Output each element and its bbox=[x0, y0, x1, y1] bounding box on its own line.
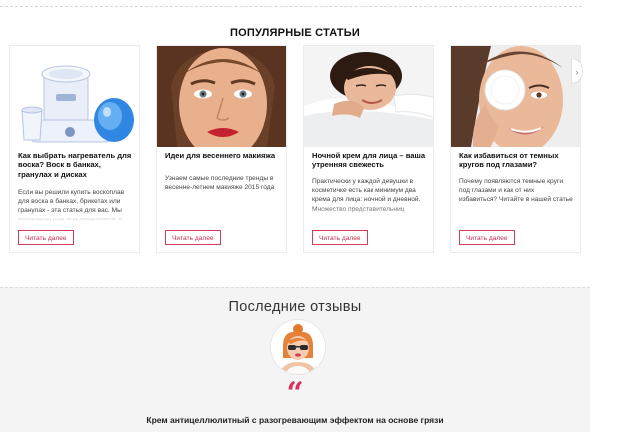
article-title[interactable]: Идеи для весеннего макияжа bbox=[165, 151, 280, 160]
article-title[interactable]: Как избавиться от темных кругов под глаз… bbox=[459, 151, 574, 170]
article-title[interactable]: Ночной крем для лица – ваша утренняя све… bbox=[312, 151, 427, 170]
excerpt-fade bbox=[304, 206, 433, 218]
latest-reviews-section: Последние отзывы “ Крем антицеллюлитный … bbox=[0, 287, 590, 432]
article-excerpt: Узнаем самые последние тренды в весенне-… bbox=[165, 175, 275, 192]
article-card-night-cream[interactable]: Ночной крем для лица – ваша утренняя све… bbox=[303, 45, 434, 253]
top-divider bbox=[0, 6, 582, 7]
read-more-button[interactable]: Читать далее bbox=[18, 230, 74, 245]
read-more-button[interactable]: Читать далее bbox=[165, 230, 221, 245]
read-more-button[interactable]: Читать далее bbox=[312, 230, 368, 245]
wax-heater-image[interactable] bbox=[10, 46, 139, 147]
article-card-dark-circles[interactable]: Как избавиться от темных кругов под глаз… bbox=[450, 45, 581, 253]
cotton-pad-eye-image[interactable] bbox=[451, 46, 580, 147]
article-title[interactable]: Как выбрать нагреватель для воска? Воск … bbox=[18, 151, 133, 179]
sleeping-woman-image[interactable] bbox=[304, 46, 433, 147]
article-card-spring-makeup[interactable]: Идеи для весеннего макияжа Узнаем самые … bbox=[156, 45, 287, 253]
spring-makeup-face-image[interactable] bbox=[157, 46, 286, 147]
article-excerpt: Почему появляются темные круги под глаза… bbox=[459, 178, 573, 204]
review-product-name[interactable]: Крем антицеллюлитный с разогревающим эфф… bbox=[0, 415, 590, 425]
excerpt-fade bbox=[10, 211, 139, 223]
popular-articles-title: ПОПУЛЯРНЫЕ СТАТЬИ bbox=[230, 27, 360, 39]
read-more-button[interactable]: Читать далее bbox=[459, 230, 515, 245]
carousel-next-arrow[interactable]: › bbox=[571, 58, 583, 84]
quote-icon: “ bbox=[286, 376, 304, 411]
reviews-title: Последние отзывы bbox=[228, 299, 362, 315]
reviewer-avatar bbox=[270, 319, 326, 375]
article-card-wax-heater[interactable]: Как выбрать нагреватель для воска? Воск … bbox=[9, 45, 140, 253]
